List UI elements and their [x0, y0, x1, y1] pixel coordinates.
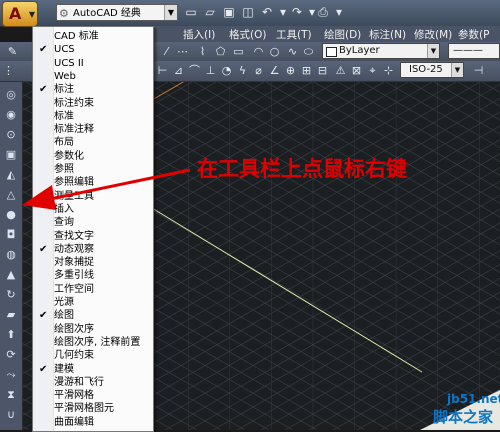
- watermark-url: jb51.net: [447, 392, 500, 406]
- arrow-shaft: [35, 168, 191, 204]
- arrow-head: [22, 185, 56, 210]
- annotation-text: 在工具栏上点鼠标右键: [197, 157, 407, 181]
- watermark-text: 脚本之家: [433, 408, 494, 426]
- annotation-arrow: [22, 168, 191, 210]
